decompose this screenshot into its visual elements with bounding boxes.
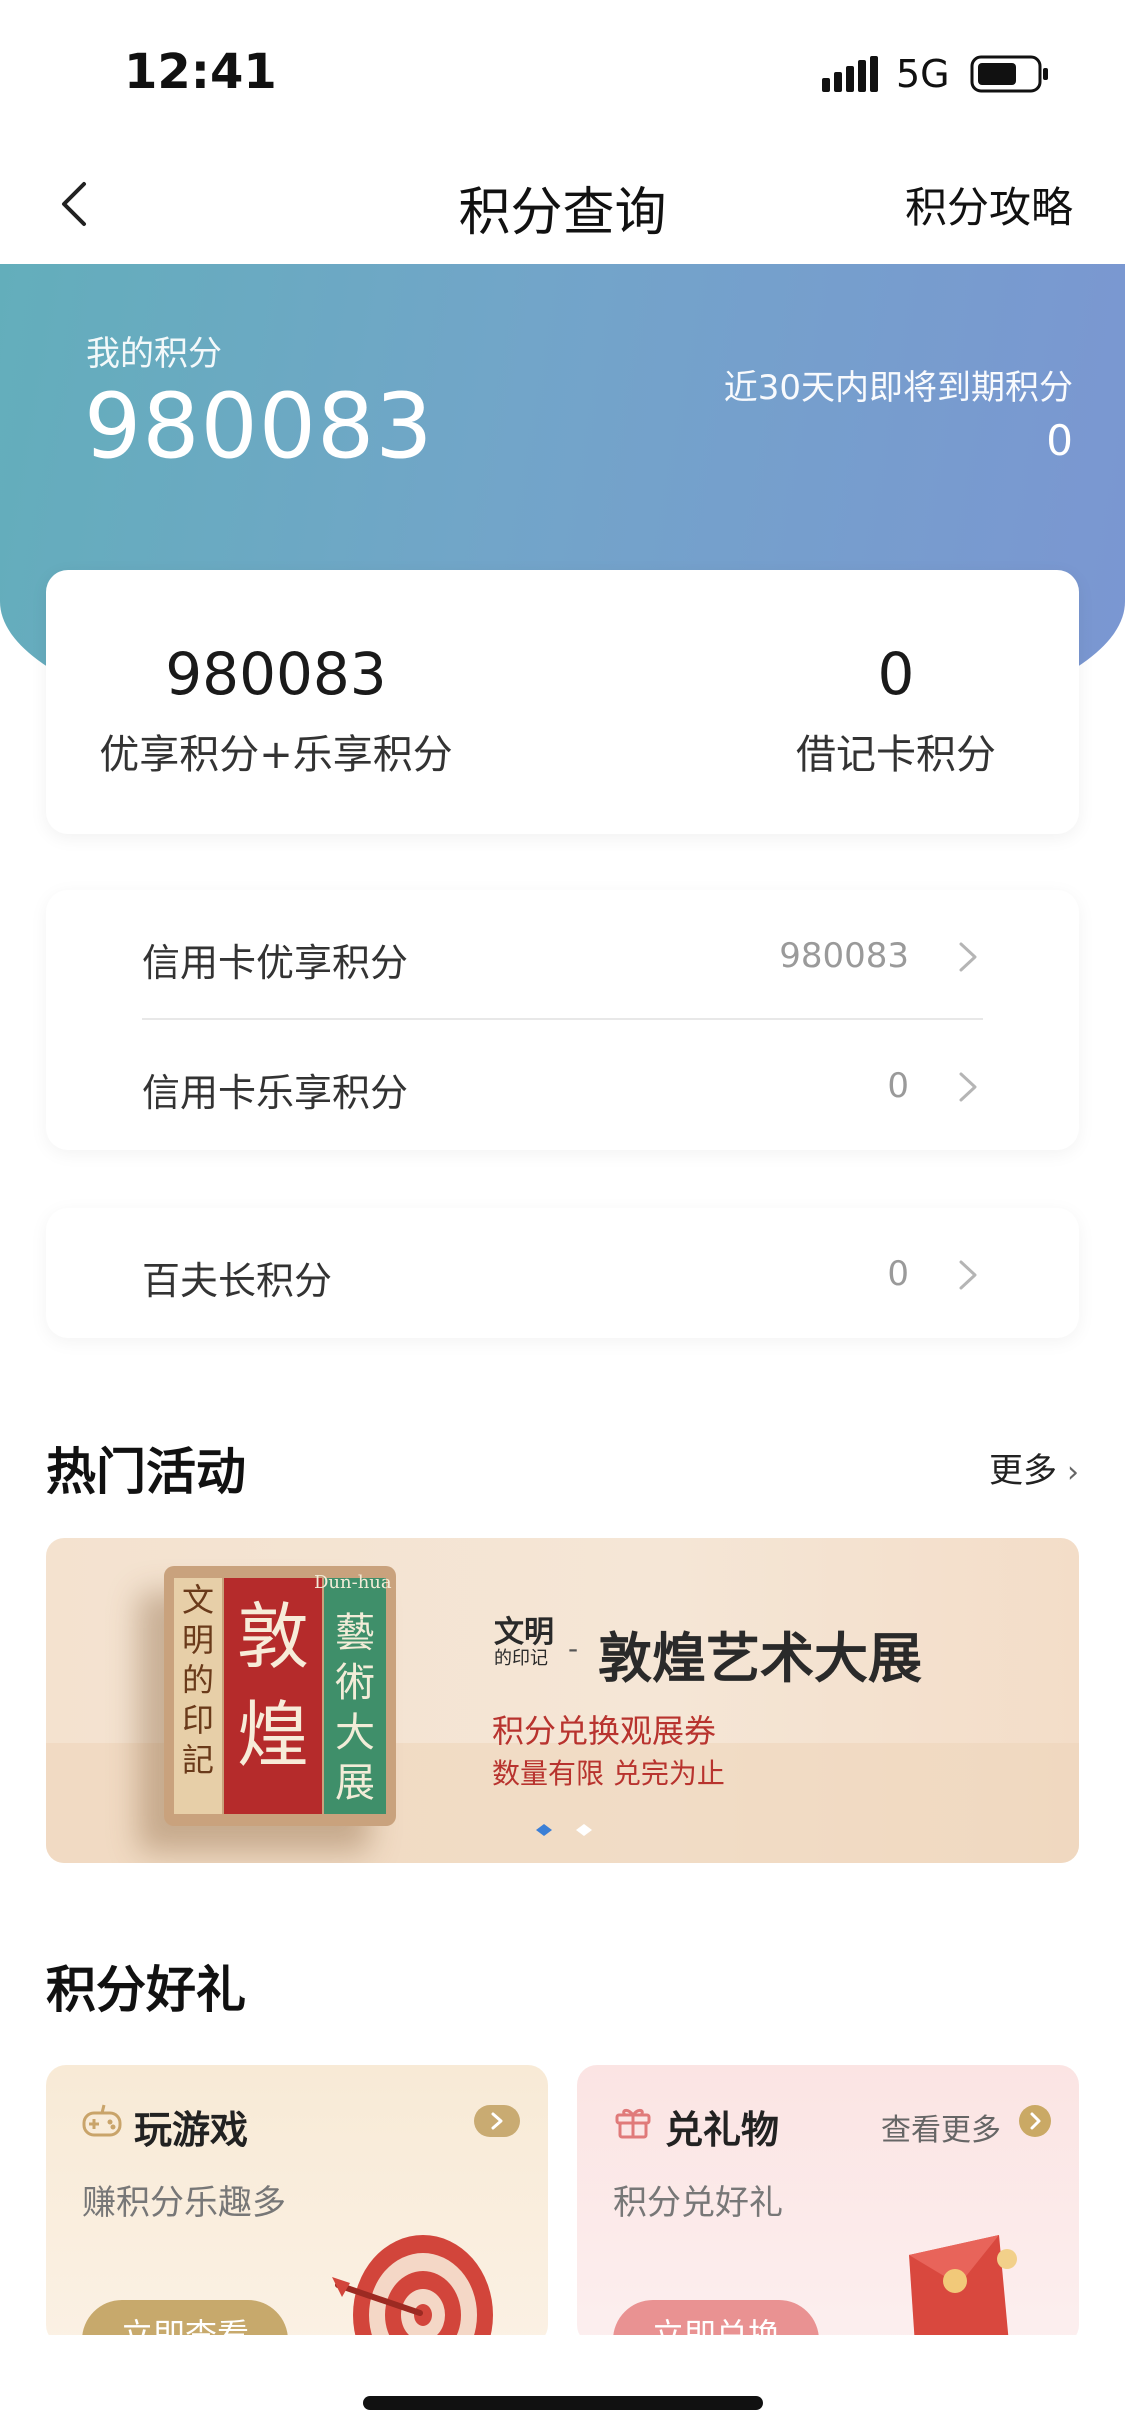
bottom-safe-area bbox=[0, 2335, 1125, 2435]
redeem-gift-card[interactable]: 兑礼物 查看更多 积分兑好礼 立即兑换 bbox=[577, 2065, 1079, 2345]
banner-note: 数量有限 兑完为止 bbox=[492, 1757, 725, 1790]
credit-points-list: 信用卡优享积分 980083 信用卡乐享积分 0 bbox=[46, 890, 1079, 1150]
credit-points-summary: 980083 优享积分+乐享积分 bbox=[46, 570, 506, 834]
hot-activities-title: 热门活动 bbox=[46, 1443, 246, 1501]
status-bar: 12:41 5G bbox=[0, 0, 1125, 140]
nav-bar: 积分查询 积分攻略 bbox=[0, 140, 1125, 264]
signal-icon bbox=[822, 56, 878, 92]
list-item-label: 信用卡优享积分 bbox=[142, 941, 409, 985]
view-more-link[interactable]: 查看更多 bbox=[881, 2105, 1001, 2149]
points-summary-card: 980083 优享积分+乐享积分 0 借记卡积分 bbox=[46, 570, 1079, 834]
dunhuang-banner[interactable]: 文明的印記 敦煌 藝術大展 Dun-hua 文明 的印记 - 敦煌艺术大展 积分… bbox=[46, 1538, 1079, 1863]
debit-points-summary: 0 借记卡积分 bbox=[646, 570, 1125, 834]
network-label: 5G bbox=[896, 52, 950, 96]
credit-points-total: 980083 bbox=[165, 640, 387, 708]
chevron-right-icon bbox=[959, 942, 977, 972]
my-points-value: 980083 bbox=[84, 374, 434, 479]
play-game-subtitle: 赚积分乐趣多 bbox=[82, 2183, 286, 2223]
list-item-premium-points[interactable]: 信用卡优享积分 980083 bbox=[46, 890, 1079, 1020]
brand-small: 的印记 bbox=[494, 1648, 548, 1669]
banner-brand: 文明 的印记 bbox=[494, 1618, 554, 1670]
dart-target-icon bbox=[332, 2235, 493, 2345]
book-left-title: 文明的印記 bbox=[174, 1578, 222, 1814]
chevron-right-icon bbox=[959, 1072, 977, 1102]
my-points-label: 我的积分 bbox=[86, 334, 222, 374]
status-time: 12:41 bbox=[124, 44, 277, 100]
gamepad-icon bbox=[82, 2104, 122, 2137]
list-item-value: 0 bbox=[887, 1066, 909, 1106]
debit-points-total: 0 bbox=[877, 640, 915, 708]
list-item-joy-points[interactable]: 信用卡乐享积分 0 bbox=[46, 1020, 1079, 1150]
banner-subtitle: 积分兑换观展券 bbox=[492, 1712, 717, 1750]
play-game-card[interactable]: 玩游戏 赚积分乐趣多 立即查看 bbox=[46, 2065, 548, 2345]
home-indicator[interactable] bbox=[363, 2396, 763, 2410]
chevron-right-icon[interactable] bbox=[1019, 2105, 1051, 2137]
book-main-title: 敦煌 bbox=[224, 1578, 322, 1814]
redeem-gift-title: 兑礼物 bbox=[665, 2108, 780, 2152]
list-item-centurion-points[interactable]: 百夫长积分 0 bbox=[46, 1208, 1079, 1338]
gift-box-icon bbox=[615, 2108, 651, 2139]
book-english-title: Dun-hua bbox=[314, 1572, 392, 1593]
red-envelope-icon bbox=[890, 2235, 1017, 2345]
dunhuang-book-illustration: 文明的印記 敦煌 藝術大展 Dun-hua bbox=[164, 1566, 396, 1826]
battery-icon bbox=[970, 55, 1048, 93]
centurion-points-card: 百夫长积分 0 bbox=[46, 1208, 1079, 1338]
debit-points-label: 借记卡积分 bbox=[796, 732, 996, 778]
banner-dash: - bbox=[568, 1632, 579, 1665]
chevron-right-icon bbox=[959, 1260, 977, 1290]
points-gifts-title: 积分好礼 bbox=[46, 1961, 246, 2019]
book-side-title: 藝術大展 bbox=[324, 1578, 386, 1814]
more-activities-link[interactable]: 更多 › bbox=[989, 1443, 1079, 1492]
chevron-right-icon: › bbox=[1067, 1455, 1079, 1490]
list-item-label: 信用卡乐享积分 bbox=[142, 1071, 409, 1115]
brand-main: 文明 bbox=[494, 1615, 554, 1650]
list-item-label: 百夫长积分 bbox=[142, 1259, 333, 1303]
banner-title: 敦煌艺术大展 bbox=[598, 1627, 922, 1690]
chevron-right-icon[interactable] bbox=[474, 2105, 520, 2137]
play-game-title: 玩游戏 bbox=[134, 2108, 249, 2152]
carousel-dots[interactable] bbox=[534, 1820, 594, 1840]
expiring-points-label: 近30天内即将到期积分 bbox=[723, 368, 1073, 408]
list-item-value: 0 bbox=[887, 1254, 909, 1294]
expiring-points-value: 0 bbox=[1046, 416, 1073, 465]
list-item-value: 980083 bbox=[779, 936, 909, 976]
points-guide-link[interactable]: 积分攻略 bbox=[905, 174, 1073, 235]
credit-points-label: 优享积分+乐享积分 bbox=[99, 732, 453, 778]
redeem-gift-subtitle: 积分兑好礼 bbox=[613, 2183, 783, 2223]
more-label: 更多 bbox=[989, 1451, 1057, 1491]
